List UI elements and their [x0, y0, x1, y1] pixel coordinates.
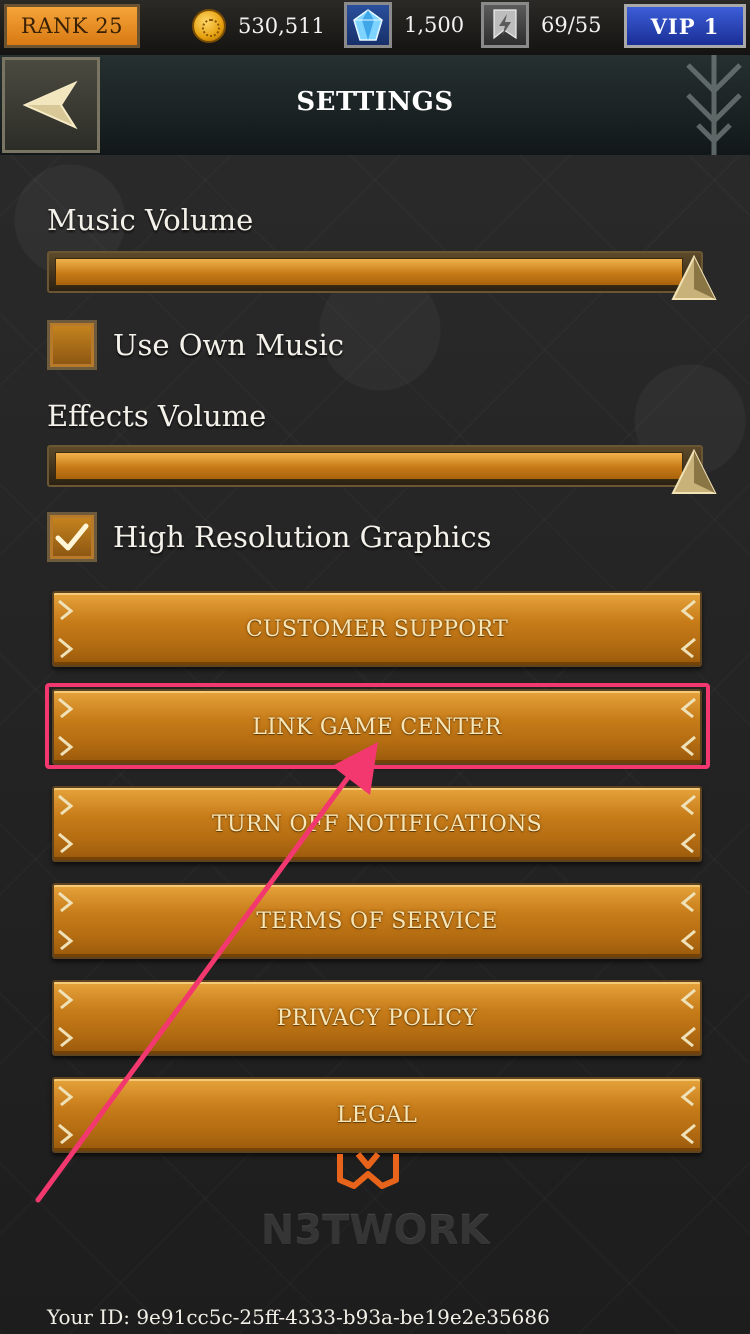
energy-counter[interactable]: 69/55: [481, 2, 602, 48]
back-button[interactable]: [2, 57, 100, 153]
effects-volume-fill: [55, 452, 683, 480]
turn-off-notifications-button[interactable]: TURN OFF NOTIFICATIONS: [52, 786, 702, 862]
top-status-bar: RANK 25 530,511 1,500 69/55 VIP 1: [0, 0, 750, 57]
energy-icon: [481, 2, 529, 48]
music-volume-slider[interactable]: [47, 251, 717, 300]
ornament-icon: [686, 55, 742, 155]
button-label: PRIVACY POLICY: [276, 1005, 478, 1031]
button-label: TURN OFF NOTIFICATIONS: [211, 811, 543, 837]
privacy-policy-button[interactable]: PRIVACY POLICY: [52, 980, 702, 1056]
brand-logo-text: N3TWORK: [260, 1208, 490, 1254]
rank-badge[interactable]: RANK 25: [4, 4, 140, 48]
effects-volume-label: Effects Volume: [47, 399, 267, 433]
use-own-music-label: Use Own Music: [113, 328, 344, 362]
button-label: TERMS OF SERVICE: [256, 908, 498, 934]
gold-counter[interactable]: 530,511: [192, 4, 325, 48]
annotation-highlight: [45, 683, 710, 769]
terms-of-service-button[interactable]: TERMS OF SERVICE: [52, 883, 702, 959]
page-title: SETTINGS: [296, 87, 454, 117]
back-arrow-icon: [22, 80, 78, 130]
use-own-music-checkbox[interactable]: [47, 320, 97, 370]
slider-thumb-icon[interactable]: [671, 447, 717, 497]
customer-support-button[interactable]: CUSTOMER SUPPORT: [52, 591, 702, 667]
checkmark-icon: [55, 523, 89, 551]
music-volume-fill: [55, 258, 683, 286]
gem-icon: [344, 2, 392, 48]
gold-amount: 530,511: [238, 14, 325, 38]
use-own-music-row[interactable]: Use Own Music: [47, 319, 344, 371]
high-res-graphics-row[interactable]: High Resolution Graphics: [47, 511, 492, 563]
settings-header: SETTINGS: [0, 55, 750, 155]
gem-counter[interactable]: 1,500: [344, 2, 465, 48]
slider-thumb-icon[interactable]: [671, 253, 717, 303]
user-id: Your ID: 9e91cc5c-25ff-4333-b93a-be19e2e…: [47, 1305, 550, 1329]
vip-badge[interactable]: VIP 1: [624, 4, 746, 48]
button-label: CUSTOMER SUPPORT: [245, 616, 509, 642]
high-res-graphics-label: High Resolution Graphics: [113, 520, 492, 554]
effects-volume-slider[interactable]: [47, 445, 717, 494]
energy-amount: 69/55: [541, 13, 602, 37]
legal-button[interactable]: LEGAL: [52, 1077, 702, 1153]
gem-amount: 1,500: [404, 13, 465, 37]
button-label: LEGAL: [336, 1102, 418, 1128]
high-res-graphics-checkbox[interactable]: [47, 512, 97, 562]
brand-logo-icon: [337, 1152, 399, 1189]
music-volume-label: Music Volume: [47, 203, 254, 237]
coin-icon: [192, 9, 226, 43]
